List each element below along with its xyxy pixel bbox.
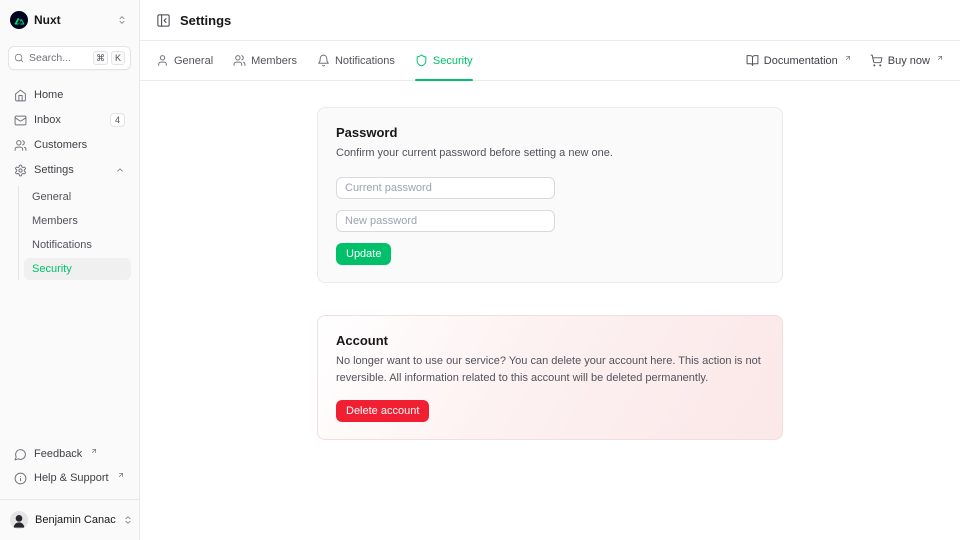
gear-icon (14, 164, 27, 177)
cart-icon (870, 54, 883, 67)
settings-content: Password Confirm your current password b… (140, 81, 960, 540)
users-icon (14, 139, 27, 152)
sidebar-item-general[interactable]: General (24, 186, 131, 208)
current-password-field[interactable] (336, 177, 555, 199)
tab-general[interactable]: General (156, 41, 213, 80)
sidebar-item-label: Inbox (34, 114, 61, 126)
panel-left-close-icon (156, 13, 171, 28)
chevrons-up-down-icon (123, 515, 133, 525)
sidebar-item-label: Notifications (32, 239, 92, 251)
account-card-title: Account (336, 333, 764, 348)
sidebar-item-notifications[interactable]: Notifications (24, 234, 131, 256)
user-icon (156, 54, 169, 67)
sidebar-item-label: Members (32, 215, 78, 227)
sidebar-item-customers[interactable]: Customers (8, 134, 131, 156)
chevrons-up-down-icon (117, 15, 127, 25)
home-icon (14, 89, 27, 102)
sidebar-item-security[interactable]: Security (24, 258, 131, 280)
sidebar-item-home[interactable]: Home (8, 84, 131, 106)
footer-link-label: Help & Support (34, 472, 109, 484)
buy-now-link[interactable]: Buy now (870, 54, 944, 67)
external-link-icon (117, 471, 125, 479)
tab-notifications[interactable]: Notifications (317, 41, 395, 80)
password-card: Password Confirm your current password b… (317, 107, 783, 283)
tab-label: Members (251, 55, 297, 67)
toolbar-link-label: Documentation (764, 55, 838, 67)
book-open-icon (746, 54, 759, 67)
footer-link-label: Feedback (34, 448, 82, 460)
inbox-count-badge: 4 (110, 113, 125, 127)
tab-members[interactable]: Members (233, 41, 297, 80)
sidebar-item-label: Home (34, 89, 63, 101)
main-area: Settings General Members Notifications S… (140, 0, 960, 540)
external-link-icon (90, 447, 98, 455)
page-header: Settings (140, 0, 960, 41)
chevron-up-icon (115, 165, 125, 175)
sidebar: Nuxt Search... ⌘ K Home Inbox 4 Customer… (0, 0, 140, 540)
sidebar-item-label: Security (32, 263, 72, 275)
search-shortcut: ⌘ K (93, 51, 125, 65)
settings-subnav: General Members Notifications Security (18, 186, 131, 280)
settings-toolbar: General Members Notifications Security D… (140, 41, 960, 81)
workspace-switcher[interactable]: Nuxt (8, 8, 131, 32)
sidebar-item-label: Settings (34, 164, 74, 176)
users-icon (233, 54, 246, 67)
sidebar-item-label: Customers (34, 139, 87, 151)
search-placeholder: Search... (29, 52, 71, 64)
kbd-k: K (111, 51, 125, 65)
sidebar-footer: Feedback Help & Support Benjamin Canac (8, 443, 131, 532)
documentation-link[interactable]: Documentation (746, 54, 852, 67)
tab-label: Notifications (335, 55, 395, 67)
account-card-description: No longer want to use our service? You c… (336, 353, 764, 387)
help-support-link[interactable]: Help & Support (8, 467, 131, 489)
workspace-name: Nuxt (34, 13, 61, 27)
sidebar-item-inbox[interactable]: Inbox 4 (8, 109, 131, 131)
page-title: Settings (180, 13, 231, 28)
delete-account-button[interactable]: Delete account (336, 400, 429, 422)
password-card-description: Confirm your current password before set… (336, 145, 764, 162)
kbd-meta: ⌘ (93, 51, 108, 65)
password-card-title: Password (336, 125, 764, 140)
toolbar-links: Documentation Buy now (746, 41, 944, 80)
tab-security[interactable]: Security (415, 41, 473, 80)
bell-icon (317, 54, 330, 67)
sidebar-item-label: General (32, 191, 71, 203)
info-circle-icon (14, 472, 27, 485)
user-name: Benjamin Canac (35, 514, 116, 526)
new-password-field[interactable] (336, 210, 555, 232)
account-card: Account No longer want to use our servic… (317, 315, 783, 440)
divider (0, 499, 139, 500)
user-menu[interactable]: Benjamin Canac (8, 508, 131, 532)
settings-tabs: General Members Notifications Security (156, 41, 473, 80)
external-link-icon (936, 54, 944, 62)
chat-bubble-icon (14, 448, 27, 461)
collapse-sidebar-button[interactable] (156, 13, 171, 28)
shield-icon (415, 54, 428, 67)
feedback-link[interactable]: Feedback (8, 443, 131, 465)
sidebar-nav: Home Inbox 4 Customers Settings General … (8, 84, 131, 280)
tab-label: Security (433, 55, 473, 67)
tab-label: General (174, 55, 213, 67)
search-icon (14, 53, 24, 63)
update-password-button[interactable]: Update (336, 243, 391, 265)
search-input[interactable]: Search... ⌘ K (8, 46, 131, 70)
sidebar-item-settings[interactable]: Settings (8, 159, 131, 181)
avatar (10, 511, 28, 529)
toolbar-link-label: Buy now (888, 55, 930, 67)
inbox-icon (14, 114, 27, 127)
nuxt-logo-icon (10, 11, 28, 29)
external-link-icon (844, 54, 852, 62)
sidebar-item-members[interactable]: Members (24, 210, 131, 232)
